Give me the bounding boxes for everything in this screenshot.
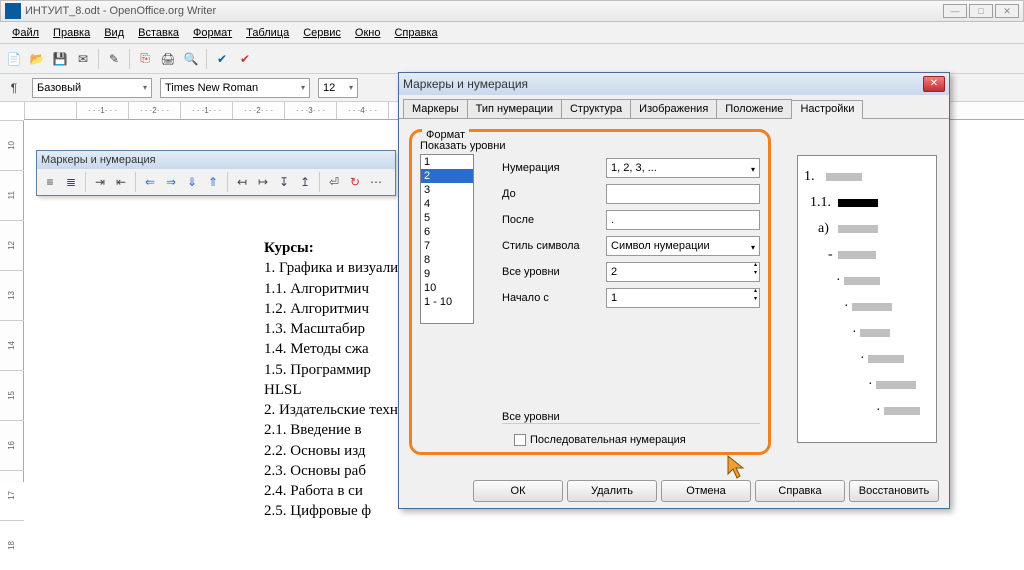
dialog-title-text: Маркеры и нумерация — [403, 77, 923, 91]
menu-view[interactable]: Вид — [98, 25, 130, 41]
level-item[interactable]: 8 — [421, 253, 473, 267]
restore-button[interactable]: Восстановить — [849, 480, 939, 502]
showall-label: Все уровни — [502, 266, 606, 278]
charstyle-label: Стиль символа — [502, 240, 606, 252]
tab-position[interactable]: Положение — [716, 99, 792, 118]
help-button[interactable]: Справка — [755, 480, 845, 502]
after-label: После — [502, 214, 606, 226]
list-off-icon[interactable]: ≡ — [41, 173, 59, 191]
charstyle-combo[interactable]: Символ нумерации — [606, 236, 760, 256]
menu-help[interactable]: Справка — [388, 25, 443, 41]
menu-insert[interactable]: Вставка — [132, 25, 185, 41]
font-name-combo[interactable]: Times New Roman — [160, 78, 310, 98]
menubar: Файл Правка Вид Вставка Формат Таблица С… — [0, 22, 1024, 44]
floating-toolbar-title[interactable]: Маркеры и нумерация — [37, 151, 395, 169]
tab-outline[interactable]: Структура — [561, 99, 631, 118]
arrow-up-icon[interactable]: ⇑ — [204, 173, 222, 191]
levels-listbox[interactable]: 1 2 3 4 5 6 7 8 9 10 1 - 10 — [420, 154, 474, 324]
before-label: До — [502, 188, 606, 200]
level-item[interactable]: 4 — [421, 197, 473, 211]
app-icon — [5, 3, 21, 19]
dialog-button-row: ОК Удалить Отмена Справка Восстановить — [399, 472, 949, 508]
sub-right-icon[interactable]: ↦ — [254, 173, 272, 191]
format-group-label: Формат — [422, 129, 469, 141]
bullets-dialog-icon[interactable]: ⋯ — [367, 173, 385, 191]
menu-edit[interactable]: Правка — [47, 25, 96, 41]
tab-options[interactable]: Настройки — [791, 100, 863, 119]
level-item-selected[interactable]: 2 — [421, 169, 473, 183]
restart-num-icon[interactable]: ↻ — [346, 173, 364, 191]
startat-label: Начало с — [502, 292, 606, 304]
dialog-body: Формат Показать уровни 1 2 3 4 5 6 7 8 9… — [399, 119, 949, 472]
pdf-icon[interactable]: ⎘ — [135, 49, 155, 69]
insert-unnum-icon[interactable]: ⏎ — [325, 173, 343, 191]
print-icon[interactable]: 🖨 — [158, 49, 178, 69]
sub-down-icon[interactable]: ↧ — [275, 173, 293, 191]
numbering-label: Нумерация — [502, 162, 606, 174]
window-title: ИНТУИТ_8.odt - OpenOffice.org Writer — [25, 5, 943, 17]
preview-icon[interactable]: 🔍 — [181, 49, 201, 69]
consecutive-checkbox[interactable] — [514, 434, 526, 446]
styles-icon[interactable]: ¶ — [4, 78, 24, 98]
show-sublevels-spinner[interactable]: 2 — [606, 262, 760, 282]
font-size-combo[interactable]: 12 — [318, 78, 358, 98]
edit-icon[interactable]: ✎ — [104, 49, 124, 69]
standard-toolbar: 📄 📂 💾 ✉ ✎ ⎘ 🖨 🔍 ✔ ✔ — [0, 44, 1024, 74]
dialog-close-icon[interactable]: ✕ — [923, 76, 945, 92]
sub-up-icon[interactable]: ↥ — [296, 173, 314, 191]
all-levels-group-label: Все уровни — [502, 411, 760, 423]
mail-icon[interactable]: ✉ — [73, 49, 93, 69]
sub-left-icon[interactable]: ↤ — [233, 173, 251, 191]
start-at-spinner[interactable]: 1 — [606, 288, 760, 308]
cancel-button[interactable]: Отмена — [661, 480, 751, 502]
delete-button[interactable]: Удалить — [567, 480, 657, 502]
arrow-down-icon[interactable]: ⇓ — [183, 173, 201, 191]
ok-button[interactable]: ОК — [473, 480, 563, 502]
arrow-left-icon[interactable]: ⇐ — [141, 173, 159, 191]
level-item[interactable]: 6 — [421, 225, 473, 239]
menu-format[interactable]: Формат — [187, 25, 238, 41]
maximize-icon[interactable]: □ — [969, 4, 993, 18]
vertical-ruler[interactable]: 101112131415161718 — [0, 120, 24, 482]
format-groupbox: Формат Показать уровни 1 2 3 4 5 6 7 8 9… — [409, 129, 771, 455]
promote-icon[interactable]: ⇤ — [112, 173, 130, 191]
tab-numbering-type[interactable]: Тип нумерации — [467, 99, 562, 118]
arrow-right-icon[interactable]: ⇒ — [162, 173, 180, 191]
numbering-combo[interactable]: 1, 2, 3, ... — [606, 158, 760, 178]
list-on-icon[interactable]: ≣ — [62, 173, 80, 191]
minimize-icon[interactable]: — — [943, 4, 967, 18]
new-icon[interactable]: 📄 — [4, 49, 24, 69]
tab-bullets[interactable]: Маркеры — [403, 99, 468, 118]
level-item[interactable]: 3 — [421, 183, 473, 197]
level-item[interactable]: 10 — [421, 281, 473, 295]
after-input[interactable] — [606, 210, 760, 230]
tab-graphics[interactable]: Изображения — [630, 99, 717, 118]
level-item[interactable]: 7 — [421, 239, 473, 253]
paragraph-style-combo[interactable]: Базовый — [32, 78, 152, 98]
level-item[interactable]: 1 - 10 — [421, 295, 473, 309]
window-controls: — □ ✕ — [943, 4, 1019, 18]
menu-window[interactable]: Окно — [349, 25, 387, 41]
close-icon[interactable]: ✕ — [995, 4, 1019, 18]
level-item[interactable]: 5 — [421, 211, 473, 225]
spellcheck-icon[interactable]: ✔ — [212, 49, 232, 69]
level-item[interactable]: 1 — [421, 155, 473, 169]
menu-table[interactable]: Таблица — [240, 25, 295, 41]
show-levels-label: Показать уровни — [420, 140, 760, 152]
menu-tools[interactable]: Сервис — [297, 25, 347, 41]
dialog-titlebar[interactable]: Маркеры и нумерация ✕ — [399, 73, 949, 95]
open-icon[interactable]: 📂 — [27, 49, 47, 69]
menu-file[interactable]: Файл — [6, 25, 45, 41]
consecutive-label: Последовательная нумерация — [530, 434, 686, 446]
before-input[interactable] — [606, 184, 760, 204]
autospell-icon[interactable]: ✔ — [235, 49, 255, 69]
numbering-preview: 1. 1.1. a) - · · · · · · — [797, 155, 937, 443]
level-item[interactable]: 9 — [421, 267, 473, 281]
dialog-tabs: Маркеры Тип нумерации Структура Изображе… — [399, 95, 949, 119]
bullets-numbering-toolbar[interactable]: Маркеры и нумерация ≡ ≣ ⇥ ⇤ ⇐ ⇒ ⇓ ⇑ ↤ ↦ … — [36, 150, 396, 196]
save-icon[interactable]: 💾 — [50, 49, 70, 69]
demote-icon[interactable]: ⇥ — [91, 173, 109, 191]
bullets-numbering-dialog: Маркеры и нумерация ✕ Маркеры Тип нумера… — [398, 72, 950, 509]
window-titlebar: ИНТУИТ_8.odt - OpenOffice.org Writer — □… — [0, 0, 1024, 22]
